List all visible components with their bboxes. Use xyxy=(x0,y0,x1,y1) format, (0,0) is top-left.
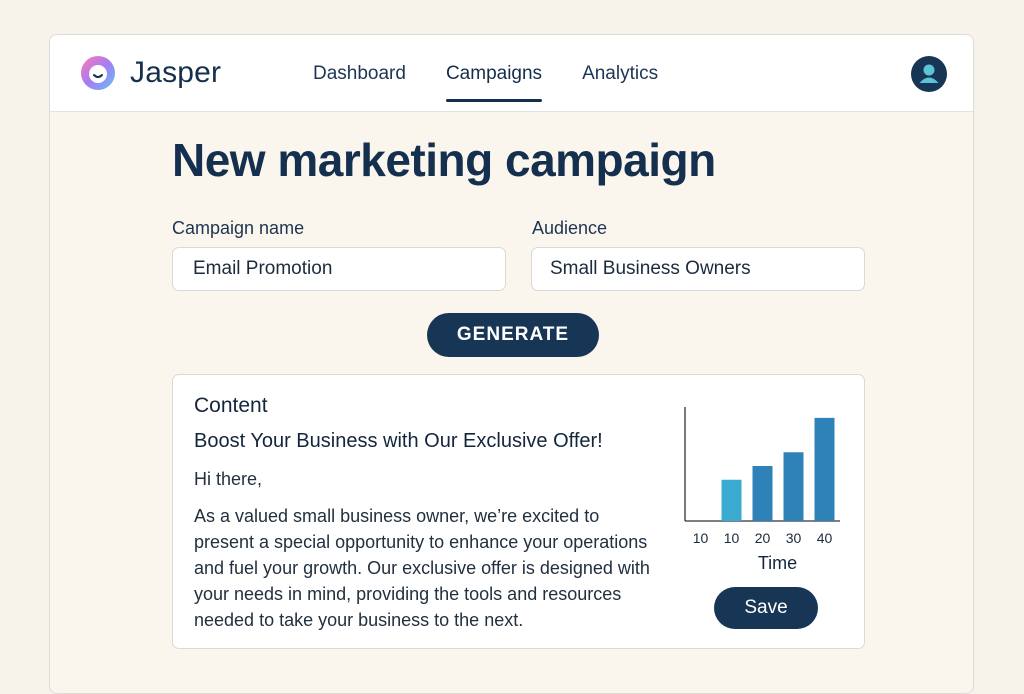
jasper-logo-icon xyxy=(81,56,115,90)
generate-button[interactable]: GENERATE xyxy=(427,313,599,357)
audience-input[interactable]: Small Business Owners xyxy=(531,247,865,291)
chart-bar xyxy=(752,466,773,521)
page-title: New marketing campaign xyxy=(172,134,716,186)
nav-analytics[interactable]: Analytics xyxy=(582,35,658,111)
save-button[interactable]: Save xyxy=(714,587,818,629)
user-icon xyxy=(919,64,939,83)
x-tick-label: 10 xyxy=(724,530,740,546)
email-body: As a valued small business owner, we’re … xyxy=(194,506,650,630)
x-axis-label: Time xyxy=(758,553,797,573)
x-tick-label: 30 xyxy=(786,530,802,546)
x-tick-label: 20 xyxy=(755,530,771,546)
chart-bar xyxy=(721,479,742,521)
chart-bar xyxy=(814,417,835,521)
logo[interactable]: Jasper xyxy=(76,53,221,93)
nav-dashboard[interactable]: Dashboard xyxy=(313,35,406,111)
email-subject: Boost Your Business with Our Exclusive O… xyxy=(194,430,603,452)
campaign-name-input[interactable]: Email Promotion xyxy=(172,247,506,291)
nav-campaigns[interactable]: Campaigns xyxy=(445,35,543,111)
brand-name: Jasper xyxy=(130,56,222,89)
email-greeting: Hi there, xyxy=(194,469,263,489)
x-tick-label: 40 xyxy=(817,530,833,546)
x-tick-label: 10 xyxy=(693,530,709,546)
main-nav: Dashboard Campaigns Analytics xyxy=(313,35,698,111)
audience-label: Audience xyxy=(532,218,608,238)
content-heading: Content xyxy=(194,394,268,417)
campaign-name-label: Campaign name xyxy=(172,218,305,238)
time-bar-chart: 10 10 20 30 40 Time xyxy=(684,407,840,573)
content-card: Content Boost Your Business with Our Exc… xyxy=(172,374,865,649)
user-avatar[interactable] xyxy=(911,56,947,92)
app-window: Jasper Dashboard Campaigns Analytics New… xyxy=(49,34,974,694)
chart-bar xyxy=(783,452,804,521)
top-navbar: Jasper Dashboard Campaigns Analytics xyxy=(50,35,973,112)
